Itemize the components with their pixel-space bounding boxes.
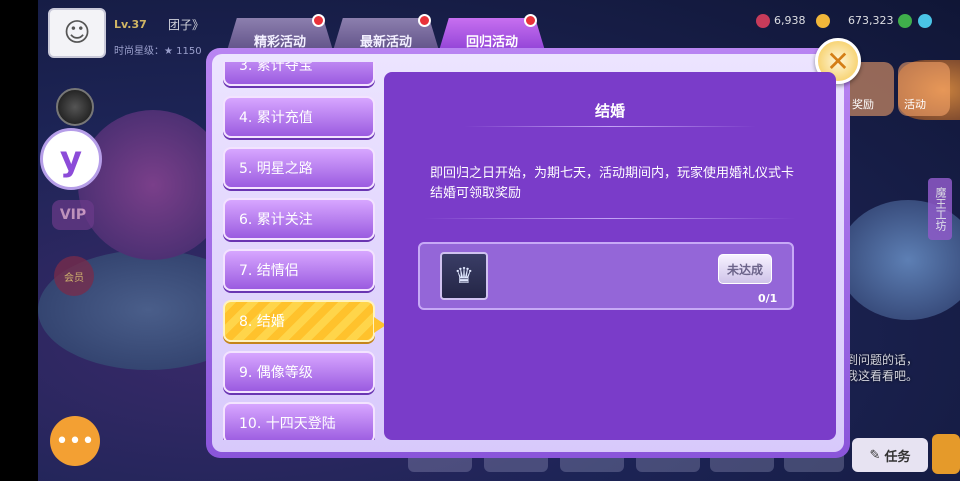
member-button[interactable]: 会员 [54, 256, 94, 296]
vip-button[interactable]: VIP [52, 200, 94, 230]
coin-icon [816, 14, 830, 28]
notification-dot [418, 14, 431, 27]
claim-button[interactable]: 未达成 [718, 254, 772, 284]
music-disc-button[interactable] [56, 88, 94, 126]
npc-hint-text: 到问题的话， 我这看看吧。 [846, 353, 919, 383]
fashion-star-label: 时尚星级：★ 1150 [114, 46, 202, 57]
chat-button[interactable]: ••• [50, 416, 100, 466]
gem-icon [756, 14, 770, 28]
list-item[interactable]: 6. 累计关注 [223, 198, 375, 240]
activity-title: 结婚 [594, 102, 625, 120]
list-item[interactable]: 4. 累计充值 [223, 96, 375, 138]
screen-edge [0, 0, 38, 481]
coin-count: 6,938 [774, 14, 806, 27]
player-name: 团子》 [168, 18, 205, 32]
activity-description: 即回归之日开始，为期七天，活动期间内，玩家使用婚礼仪式卡结婚可领取奖励 [430, 166, 795, 201]
edit-icon: ✎ [869, 447, 881, 463]
diamond-icon [918, 14, 932, 28]
activity-shortcut-label: 活动 [904, 98, 926, 111]
task-button[interactable]: ✎ 任务 [852, 438, 928, 472]
list-item[interactable]: 9. 偶像等级 [223, 351, 375, 393]
activity-detail-panel: 结婚 即回归之日开始，为期七天，活动期间内，玩家使用婚礼仪式卡结婚可领取奖励 ♛… [384, 72, 836, 440]
activity-list[interactable]: 3. 累计夺宝 4. 累计充值 5. 明星之路 6. 累计关注 7. 结情侣 8… [218, 62, 380, 440]
player-avatar[interactable]: ☺ [48, 8, 106, 58]
tab-label: 回归活动 [465, 34, 518, 50]
list-item[interactable]: 5. 明星之路 [223, 147, 375, 189]
diamond-count: 673,323 [848, 14, 894, 27]
extra-menu-button[interactable] [932, 434, 960, 474]
divider [424, 218, 796, 219]
reward-shortcut-label: 奖励 [852, 98, 874, 111]
list-item[interactable]: 7. 结情侣 [223, 249, 375, 291]
craft-workshop-tag[interactable]: 魔王工坊 [928, 178, 952, 240]
tab-label: 最新活动 [359, 34, 412, 50]
divider [464, 126, 756, 127]
notification-dot [524, 14, 537, 27]
add-icon[interactable] [898, 14, 912, 28]
list-item[interactable]: 10. 十四天登陆 [223, 402, 375, 440]
y-app-button[interactable]: y [40, 128, 102, 190]
tab-label: 精彩活动 [253, 34, 306, 50]
reward-progress: 0/1 [758, 292, 778, 305]
wedding-cake-icon[interactable]: ♛ [440, 252, 488, 300]
list-item-selected[interactable]: 8. 结婚 [223, 300, 375, 342]
task-label: 任务 [884, 449, 911, 465]
reward-row: ♛ 未达成 0/1 [418, 242, 794, 310]
list-item[interactable]: 3. 累计夺宝 [223, 62, 375, 86]
player-level: Lv.37 [114, 18, 147, 31]
notification-dot [312, 14, 325, 27]
